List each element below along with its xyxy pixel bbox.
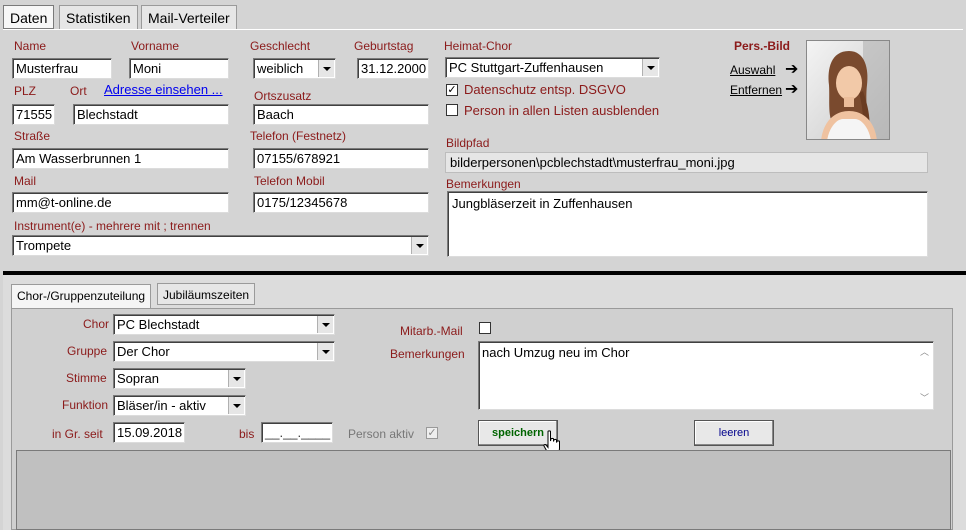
group-bemerkungen-textarea[interactable]: nach Umzug neu im Chor ︿ ﹀ [478, 341, 934, 410]
ausblenden-checkbox[interactable] [446, 104, 458, 116]
bemerkungen-label: Bemerkungen [446, 177, 521, 191]
chor-select[interactable]: PC Blechstadt [113, 314, 335, 335]
heimatchor-label: Heimat-Chor [444, 39, 513, 53]
bild-title: Pers.-Bild [734, 39, 791, 53]
chevron-down-icon[interactable] [642, 59, 658, 76]
bis-label: bis [239, 427, 255, 441]
geschlecht-label: Geschlecht [250, 39, 311, 53]
ausblenden-label: Person in allen Listen ausblenden [464, 103, 660, 118]
instrument-value: Trompete [16, 238, 72, 253]
gruppe-label: Gruppe [67, 344, 108, 358]
ort-label: Ort [70, 84, 87, 98]
geburtstag-field[interactable]: 31.12.2000 [357, 58, 429, 79]
chevron-down-icon[interactable] [317, 316, 333, 333]
bis-field[interactable]: __.__.____ [261, 422, 333, 443]
aktiv-checkbox[interactable]: ✓ [426, 427, 438, 439]
arrow-right-icon: ➔ [785, 81, 799, 98]
chevron-down-icon[interactable] [411, 237, 427, 254]
tab-mail-verteiler[interactable]: Mail-Verteiler [141, 5, 237, 29]
group-bemerkungen-text: nach Umzug neu im Chor [482, 345, 630, 360]
plz-field[interactable]: 71555 [12, 104, 55, 125]
bildpfad-label: Bildpfad [446, 136, 490, 150]
heimatchor-value: PC Stuttgart-Zuffenhausen [449, 60, 604, 75]
group-bemerkungen-label: Bemerkungen [390, 347, 465, 361]
heimatchor-select[interactable]: PC Stuttgart-Zuffenhausen [445, 57, 660, 78]
mobil-field[interactable]: 0175/12345678 [253, 192, 429, 213]
gruppe-select[interactable]: Der Chor [113, 341, 335, 362]
mitarb-label: Mitarb.-Mail [400, 324, 463, 338]
geschlecht-value: weiblich [257, 61, 304, 76]
clear-button[interactable]: leeren [694, 420, 774, 446]
vorname-field[interactable]: Moni [129, 58, 229, 79]
chevron-down-icon[interactable] [228, 397, 244, 414]
funktion-value: Bläser/in - aktiv [117, 398, 206, 413]
geburtstag-label: Geburtstag [354, 39, 414, 53]
telefon-field[interactable]: 07155/678921 [253, 148, 429, 169]
auswahl-link[interactable]: Auswahl [730, 63, 775, 77]
tab-chor-gruppenzuteilung[interactable]: Chor-/Gruppenzuteilung [11, 284, 152, 308]
bildpfad-field: bilderpersonen\pcblechstadt\musterfrau_m… [445, 152, 928, 173]
adresse-link[interactable]: Adresse einsehen ... [104, 82, 223, 97]
funktion-select[interactable]: Bläser/in - aktiv [113, 395, 246, 416]
stimme-value: Sopran [117, 371, 159, 386]
seit-field[interactable]: 15.09.2018 [113, 422, 185, 443]
scroll-up-icon[interactable]: ︿ [920, 345, 929, 360]
datenschutz-checkbox[interactable]: ✓ [446, 84, 458, 96]
mail-field[interactable]: mm@t-online.de [12, 192, 229, 213]
telefon-label: Telefon (Festnetz) [250, 129, 347, 143]
arrow-right-icon: ➔ [785, 61, 799, 78]
group-list-area [16, 450, 951, 530]
chor-value: PC Blechstadt [117, 317, 200, 332]
name-label: Name [14, 39, 47, 53]
entfernen-link[interactable]: Entfernen [730, 83, 782, 97]
plz-label: PLZ [14, 84, 37, 98]
chevron-down-icon[interactable] [318, 60, 334, 77]
bemerkungen-textarea[interactable]: Jungbläserzeit in Zuffenhausen [447, 191, 928, 257]
stimme-label: Stimme [66, 371, 107, 385]
tab-statistiken[interactable]: Statistiken [59, 5, 138, 29]
aktiv-label: Person aktiv [348, 427, 415, 441]
funktion-label: Funktion [62, 398, 109, 412]
tab-jubilaeumszeiten[interactable]: Jubiläumszeiten [157, 283, 256, 305]
ort-field[interactable]: Blechstadt [73, 104, 229, 125]
scroll-down-icon[interactable]: ﹀ [920, 391, 929, 406]
gruppe-value: Der Chor [117, 344, 170, 359]
mobil-label: Telefon Mobil [254, 174, 325, 188]
chevron-down-icon[interactable] [228, 370, 244, 387]
datenschutz-label: Datenschutz entsp. DSGVO [464, 82, 626, 97]
tab-daten[interactable]: Daten [3, 5, 55, 29]
ortszusatz-label: Ortszusatz [254, 89, 312, 103]
ortszusatz-field[interactable]: Baach [253, 104, 429, 125]
chor-label: Chor [83, 317, 110, 331]
instrument-select[interactable]: Trompete [12, 235, 429, 256]
seit-label: in Gr. seit [52, 427, 103, 441]
strasse-label: Straße [14, 129, 51, 143]
stimme-select[interactable]: Sopran [113, 368, 246, 389]
geschlecht-select[interactable]: weiblich [253, 58, 336, 79]
strasse-field[interactable]: Am Wasserbrunnen 1 [12, 148, 229, 169]
mitarb-checkbox[interactable] [479, 322, 491, 334]
name-field[interactable]: Musterfrau [12, 58, 112, 79]
person-photo[interactable] [806, 40, 890, 140]
mail-label: Mail [14, 174, 37, 188]
chevron-down-icon[interactable] [317, 343, 333, 360]
instrument-label: Instrument(e) - mehrere mit ; trennen [14, 219, 211, 233]
vorname-label: Vorname [131, 39, 180, 53]
